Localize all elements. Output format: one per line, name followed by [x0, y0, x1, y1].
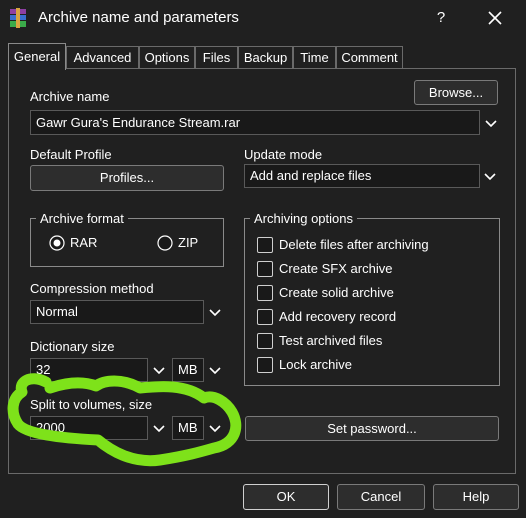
- chevron-down-icon[interactable]: [148, 358, 170, 382]
- archive-format-label: Archive format: [36, 211, 128, 226]
- split-unit-select[interactable]: MB: [172, 416, 204, 440]
- checkbox-lock-archive[interactable]: Lock archive: [257, 356, 487, 376]
- update-mode-select[interactable]: Add and replace files: [244, 164, 480, 188]
- checkbox-box[interactable]: [257, 309, 273, 325]
- dictionary-size-label: Dictionary size: [30, 339, 115, 354]
- window-title: Archive name and parameters: [38, 9, 239, 26]
- split-volumes-label: Split to volumes, size: [30, 397, 153, 412]
- checkbox-test-archived[interactable]: Test archived files: [257, 332, 487, 352]
- compression-method-select[interactable]: Normal: [30, 300, 204, 324]
- checkbox-label: Lock archive: [279, 357, 352, 372]
- title-bar: Archive name and parameters ?: [0, 0, 526, 36]
- tab-time[interactable]: Time: [293, 46, 336, 68]
- close-icon[interactable]: [483, 6, 507, 30]
- checkbox-delete-files[interactable]: Delete files after archiving: [257, 236, 487, 256]
- archiving-options-label: Archiving options: [250, 211, 357, 226]
- tab-general[interactable]: General: [8, 43, 66, 70]
- tab-files[interactable]: Files: [195, 46, 238, 68]
- checkbox-label: Add recovery record: [279, 309, 397, 324]
- tab-comment[interactable]: Comment: [336, 46, 403, 68]
- chevron-down-icon[interactable]: [480, 111, 502, 135]
- radio-zip-label[interactable]: ZIP: [178, 235, 198, 250]
- help-button[interactable]: Help: [433, 484, 519, 510]
- cancel-button[interactable]: Cancel: [337, 484, 425, 510]
- checkbox-box[interactable]: [257, 261, 273, 277]
- winrar-app-icon: [10, 8, 26, 28]
- checkbox-label: Create solid archive: [279, 285, 394, 300]
- checkbox-box[interactable]: [257, 357, 273, 373]
- chevron-down-icon[interactable]: [148, 416, 170, 440]
- checkbox-create-sfx[interactable]: Create SFX archive: [257, 260, 487, 280]
- checkbox-create-solid[interactable]: Create solid archive: [257, 284, 487, 304]
- tab-options[interactable]: Options: [139, 46, 195, 68]
- ok-button[interactable]: OK: [243, 484, 329, 510]
- checkbox-box[interactable]: [257, 285, 273, 301]
- split-volumes-select[interactable]: 2000: [30, 416, 148, 440]
- tab-advanced[interactable]: Advanced: [66, 46, 139, 68]
- dictionary-size-select[interactable]: 32: [30, 358, 148, 382]
- radio-unselected-icon[interactable]: [157, 235, 173, 251]
- checkbox-recovery-record[interactable]: Add recovery record: [257, 308, 487, 328]
- dictionary-unit-select[interactable]: MB: [172, 358, 204, 382]
- checkbox-label: Delete files after archiving: [279, 237, 429, 252]
- profiles-button[interactable]: Profiles...: [30, 165, 224, 191]
- checkbox-box[interactable]: [257, 237, 273, 253]
- archive-name-field[interactable]: Gawr Gura's Endurance Stream.rar: [30, 110, 480, 135]
- checkbox-label: Create SFX archive: [279, 261, 393, 276]
- radio-rar-label[interactable]: RAR: [70, 235, 97, 250]
- radio-selected-icon[interactable]: [49, 235, 65, 251]
- chevron-down-icon[interactable]: [204, 300, 226, 324]
- chevron-down-icon[interactable]: [479, 164, 501, 188]
- update-mode-label: Update mode: [244, 147, 323, 162]
- chevron-down-icon[interactable]: [204, 358, 226, 382]
- default-profile-label: Default Profile: [30, 147, 112, 162]
- help-title-button[interactable]: ?: [430, 7, 452, 29]
- checkbox-label: Test archived files: [279, 333, 383, 348]
- browse-button[interactable]: Browse...: [414, 80, 498, 105]
- checkbox-box[interactable]: [257, 333, 273, 349]
- chevron-down-icon[interactable]: [204, 416, 226, 440]
- archive-name-label: Archive name: [30, 89, 110, 104]
- compression-method-label: Compression method: [30, 281, 154, 296]
- set-password-button[interactable]: Set password...: [245, 416, 499, 441]
- tab-backup[interactable]: Backup: [238, 46, 293, 68]
